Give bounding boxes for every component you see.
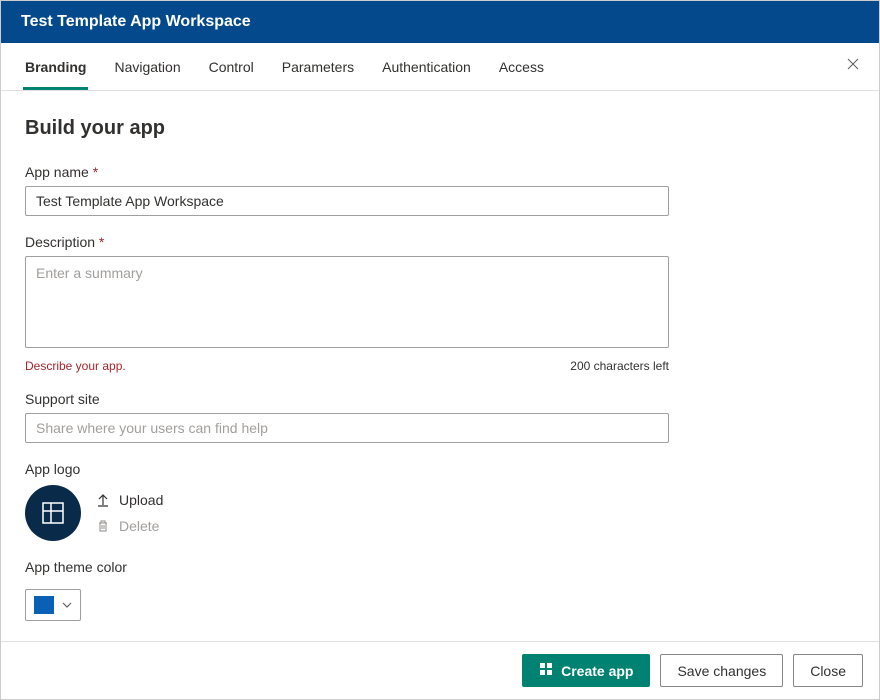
upload-logo-button[interactable]: Upload: [95, 492, 163, 508]
description-error: Describe your app.: [25, 359, 126, 373]
field-app-name: App name: [25, 164, 855, 216]
theme-color-label: App theme color: [25, 559, 855, 575]
footer-bar: Create app Save changes Close: [1, 641, 879, 699]
app-name-input[interactable]: [25, 186, 669, 216]
description-label: Description: [25, 234, 855, 250]
field-app-logo: App logo Upload: [25, 461, 855, 541]
description-char-count: 200 characters left: [570, 359, 669, 373]
field-theme-color: App theme color: [25, 559, 855, 621]
tab-authentication[interactable]: Authentication: [382, 45, 471, 89]
create-app-button[interactable]: Create app: [522, 654, 650, 687]
field-support-site: Support site: [25, 391, 855, 443]
create-app-icon: [539, 662, 553, 679]
window-header: Test Template App Workspace: [1, 1, 879, 43]
tab-access[interactable]: Access: [499, 45, 544, 89]
tab-navigation[interactable]: Navigation: [114, 45, 180, 89]
tab-bar: Branding Navigation Control Parameters A…: [1, 43, 879, 91]
section-title: Build your app: [25, 117, 855, 140]
support-site-label: Support site: [25, 391, 855, 407]
upload-icon: [95, 492, 111, 508]
description-input[interactable]: [25, 256, 669, 348]
color-swatch: [34, 596, 54, 614]
upload-label: Upload: [119, 492, 163, 508]
app-logo-preview: [25, 485, 81, 541]
delete-logo-button[interactable]: Delete: [95, 518, 163, 534]
field-description: Description Describe your app. 200 chara…: [25, 234, 855, 373]
close-icon[interactable]: [847, 57, 859, 73]
tab-control[interactable]: Control: [209, 45, 254, 89]
close-button[interactable]: Close: [793, 654, 863, 687]
tab-branding[interactable]: Branding: [25, 45, 86, 89]
window-title: Test Template App Workspace: [21, 13, 251, 30]
app-name-label: App name: [25, 164, 855, 180]
delete-label: Delete: [119, 518, 159, 534]
create-app-label: Create app: [561, 663, 633, 679]
support-site-input[interactable]: [25, 413, 669, 443]
content-area: Build your app App name Description Desc…: [1, 91, 879, 641]
app-logo-label: App logo: [25, 461, 855, 477]
app-logo-icon: [41, 501, 65, 525]
theme-color-picker[interactable]: [25, 589, 81, 621]
trash-icon: [95, 518, 111, 534]
chevron-down-icon: [62, 600, 72, 611]
save-changes-button[interactable]: Save changes: [660, 654, 783, 687]
tab-parameters[interactable]: Parameters: [282, 45, 354, 89]
